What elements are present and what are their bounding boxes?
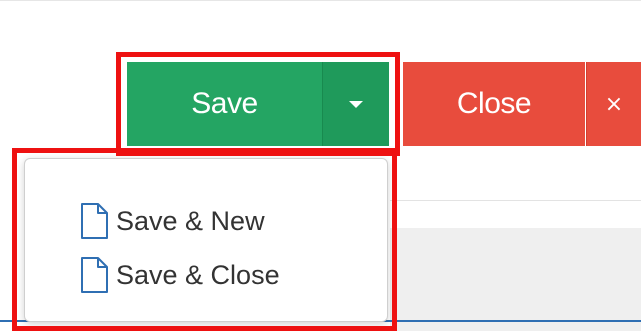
page: Save Close × Save & New Save & Close bbox=[0, 0, 641, 331]
save-dropdown-toggle[interactable] bbox=[322, 62, 389, 146]
save-dropdown-menu: Save & New Save & Close bbox=[24, 158, 388, 322]
background-panel bbox=[390, 228, 641, 331]
divider-line bbox=[390, 200, 641, 201]
close-button[interactable]: Close bbox=[403, 62, 585, 146]
file-icon bbox=[81, 257, 108, 293]
menu-item-label: Save & Close bbox=[116, 259, 280, 290]
menu-item-label: Save & New bbox=[116, 205, 265, 236]
file-icon bbox=[81, 203, 108, 239]
menu-item-save-close[interactable]: Save & Close bbox=[80, 255, 280, 295]
save-button[interactable]: Save bbox=[127, 62, 322, 146]
top-border bbox=[0, 0, 641, 8]
close-x-button[interactable]: × bbox=[586, 62, 641, 146]
menu-item-save-new[interactable]: Save & New bbox=[80, 201, 265, 241]
caret-down-icon bbox=[349, 100, 363, 108]
